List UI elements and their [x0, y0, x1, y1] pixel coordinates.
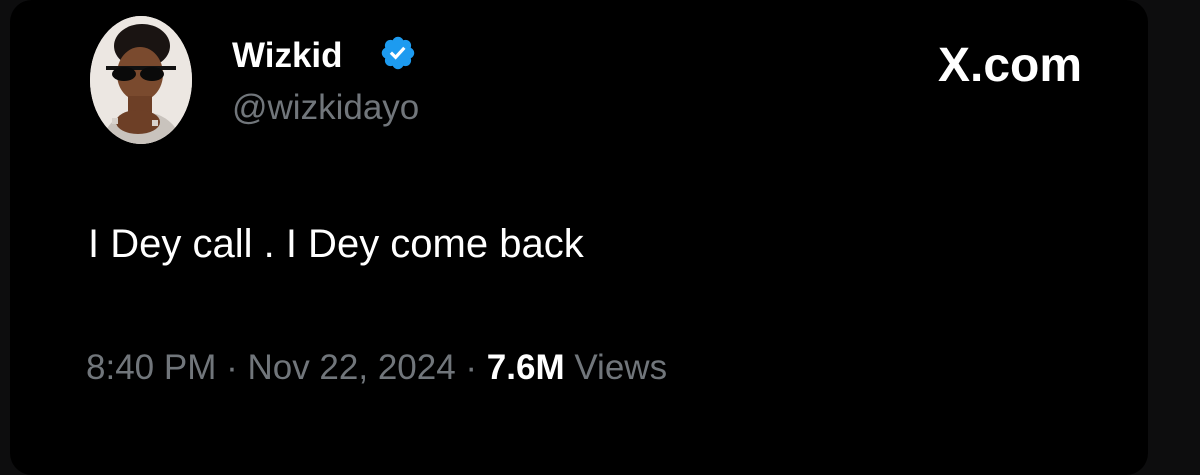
user-handle[interactable]: @wizkidayo	[232, 86, 419, 130]
separator: ·	[455, 348, 487, 387]
tweet-meta: 8:40 PM · Nov 22, 2024 · 7.6M Views	[86, 344, 667, 392]
tweet-time[interactable]: 8:40 PM	[86, 348, 216, 387]
views-count[interactable]: 7.6M	[487, 348, 565, 387]
verified-badge-icon	[381, 36, 415, 70]
tweet-card: Wizkid @wizkidayo X.com I Dey call . I D…	[10, 0, 1148, 475]
avatar[interactable]	[90, 16, 192, 144]
tweet-date[interactable]: Nov 22, 2024	[247, 348, 455, 387]
separator: ·	[216, 348, 248, 387]
display-name[interactable]: Wizkid	[232, 34, 343, 78]
tweet-text: I Dey call . I Dey come back	[88, 222, 584, 266]
brand-wordmark: X.com	[938, 39, 1083, 92]
views-label: Views	[574, 348, 668, 387]
